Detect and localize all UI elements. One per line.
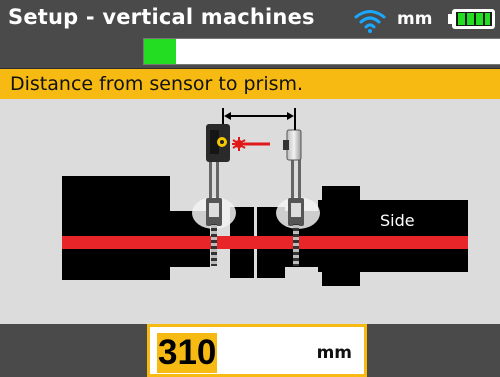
- screen-title: Setup - vertical machines: [8, 5, 315, 29]
- unit-indicator: mm: [397, 9, 433, 29]
- footer-bar: 310 mm: [0, 324, 500, 377]
- prism-icon: [283, 129, 302, 161]
- distance-value: 310: [157, 333, 218, 373]
- battery-icon: [448, 9, 495, 29]
- left-machine: [62, 176, 254, 280]
- distance-unit: mm: [316, 343, 352, 363]
- wifi-icon: [354, 10, 386, 33]
- setup-screen: Setup - vertical machines mm Distance fr…: [0, 0, 500, 377]
- progress-fill: [144, 39, 177, 64]
- shaft-axis-line: [62, 236, 468, 249]
- setup-progress-bar: [143, 38, 500, 65]
- side-label: Side: [380, 211, 415, 230]
- laser-beam: [232, 137, 270, 151]
- instruction-bar: Distance from sensor to prism.: [0, 69, 500, 99]
- sensor-icon: [206, 124, 230, 162]
- instruction-text: Distance from sensor to prism.: [10, 73, 304, 95]
- header-bar: Setup - vertical machines mm: [0, 0, 500, 69]
- distance-input[interactable]: 310 mm: [147, 324, 367, 377]
- machine-diagram: Side: [62, 108, 468, 286]
- distance-dimension: [222, 108, 296, 130]
